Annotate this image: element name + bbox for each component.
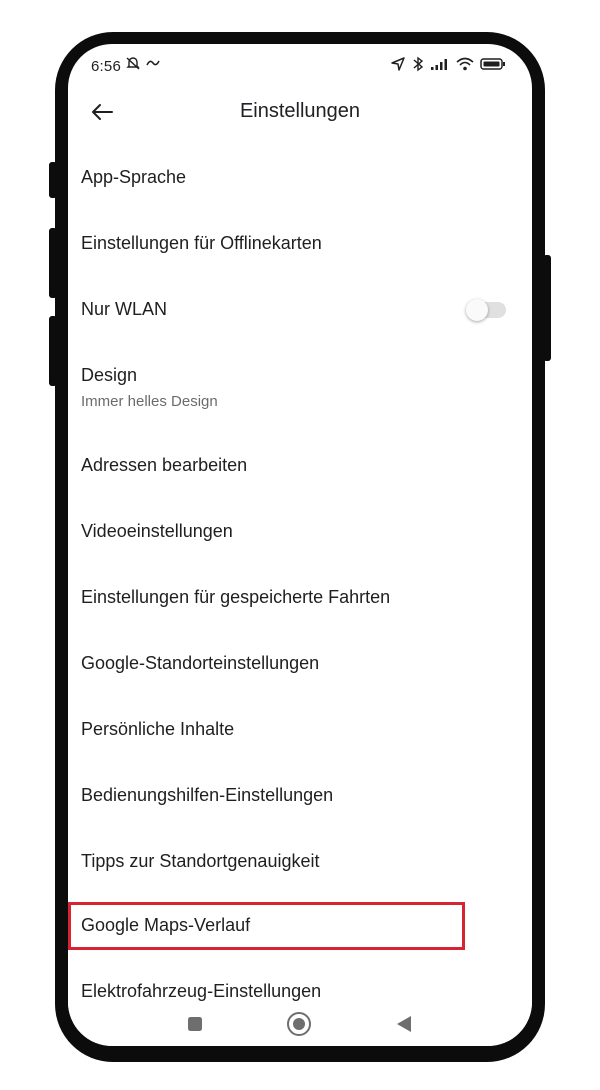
signal-icon bbox=[430, 57, 450, 71]
battery-icon bbox=[480, 57, 506, 71]
settings-item-adressen[interactable]: Adressen bearbeiten bbox=[68, 442, 532, 490]
status-left-icons bbox=[125, 56, 160, 70]
page-title: Einstellungen bbox=[239, 100, 361, 122]
settings-item-label: Google-Standorteinstellungen bbox=[81, 653, 320, 673]
settings-item-label: Google Maps-Verlauf bbox=[81, 915, 251, 935]
settings-item-label: Bedienungshilfen-Einstellungen bbox=[81, 785, 334, 805]
settings-item-subtitle: Immer helles Design bbox=[81, 393, 218, 410]
settings-item-label: Adressen bearbeiten bbox=[81, 455, 248, 475]
settings-item-maps-verlauf[interactable]: Google Maps-Verlauf bbox=[68, 902, 532, 950]
recents-button[interactable] bbox=[181, 1010, 209, 1038]
status-right-icons bbox=[390, 56, 506, 72]
phone-screen: 6:56 Einstellungen App-Sprache Einstellu… bbox=[68, 44, 532, 1046]
settings-item-offlinekarten[interactable]: Einstellungen für Offlinekarten bbox=[68, 220, 532, 268]
settings-item-label: App-Sprache bbox=[81, 167, 187, 187]
home-button[interactable] bbox=[285, 1010, 313, 1038]
system-nav-bar bbox=[68, 1002, 532, 1046]
wifi-icon bbox=[456, 57, 474, 71]
settings-item-persoenliche-inhalte[interactable]: Persönliche Inhalte bbox=[68, 706, 532, 754]
settings-item-design[interactable]: Design Immer helles Design bbox=[68, 350, 532, 414]
settings-item-label: Elektrofahrzeug-Einstellungen bbox=[81, 981, 322, 1001]
settings-item-label: Videoeinstellungen bbox=[81, 521, 233, 541]
recents-square-icon bbox=[188, 1017, 202, 1031]
status-bar: 6:56 bbox=[68, 44, 532, 84]
bluetooth-icon bbox=[412, 56, 424, 72]
settings-item-label: Einstellungen für Offlinekarten bbox=[81, 233, 322, 253]
settings-item-videoeinstellungen[interactable]: Videoeinstellungen bbox=[68, 508, 532, 556]
muted-notification-icon bbox=[125, 56, 141, 70]
settings-item-label: Einstellungen für gespeicherte Fahrten bbox=[81, 587, 391, 607]
settings-item-bedienungshilfen[interactable]: Bedienungshilfen-Einstellungen bbox=[68, 772, 532, 820]
settings-item-nur-wlan[interactable]: Nur WLAN bbox=[68, 286, 532, 334]
settings-item-standorteinstellungen[interactable]: Google-Standorteinstellungen bbox=[68, 640, 532, 688]
location-arrow-icon bbox=[390, 56, 406, 72]
toggle-knob bbox=[466, 299, 488, 321]
settings-item-label: Design bbox=[81, 365, 138, 385]
settings-item-gespeicherte-fahrten[interactable]: Einstellungen für gespeicherte Fahrten bbox=[68, 574, 532, 622]
system-back-button[interactable] bbox=[390, 1010, 418, 1038]
home-circle-icon bbox=[287, 1012, 311, 1036]
settings-item-standortgenauigkeit[interactable]: Tipps zur Standortgenauigkeit bbox=[68, 838, 532, 886]
nfc-icon bbox=[146, 57, 160, 69]
nur-wlan-toggle[interactable] bbox=[466, 299, 506, 321]
settings-item-label: Persönliche Inhalte bbox=[81, 719, 235, 739]
back-triangle-icon bbox=[397, 1016, 411, 1032]
status-time: 6:56 bbox=[91, 58, 121, 75]
app-bar: Einstellungen bbox=[68, 88, 532, 136]
settings-item-app-sprache[interactable]: App-Sprache bbox=[68, 154, 532, 202]
settings-item-label: Tipps zur Standortgenauigkeit bbox=[81, 851, 320, 871]
settings-item-label: Nur WLAN bbox=[81, 299, 168, 319]
